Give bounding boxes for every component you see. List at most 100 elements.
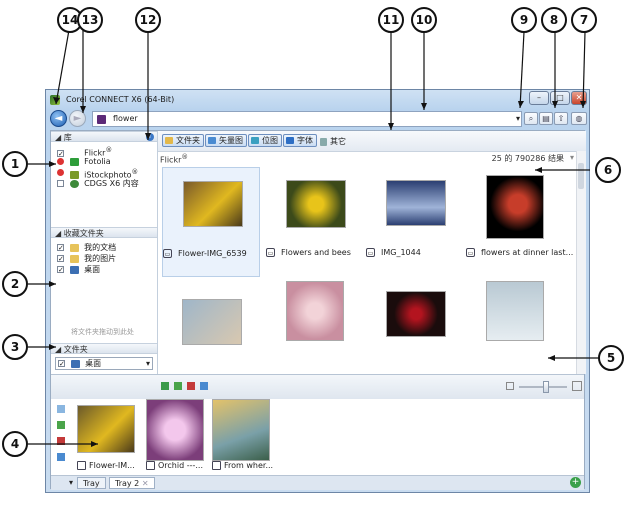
library-item-fotolia[interactable]: Fotolia	[57, 156, 111, 167]
filter-fonts-button[interactable]: 字体	[283, 134, 317, 147]
large-thumbs-icon[interactable]	[572, 381, 582, 391]
checkbox[interactable]: ✓	[57, 255, 64, 263]
filter-folders-button[interactable]: 文件夹	[162, 134, 204, 147]
tray-add-icon[interactable]: ▭	[366, 248, 375, 257]
scrollbar-thumb[interactable]	[578, 163, 584, 189]
flickr-sup: ®	[105, 146, 113, 154]
maximize-button[interactable]: □	[550, 91, 570, 105]
callout-9: 9	[511, 7, 537, 33]
tray-item[interactable]: Flower-IM...	[75, 405, 139, 475]
chevron-down-icon: ▾	[145, 359, 150, 368]
thumbnail-item[interactable]	[162, 281, 260, 373]
search-input[interactable]: flower	[92, 111, 522, 127]
minimize-button[interactable]: –	[529, 91, 549, 105]
thumbnail-item[interactable]: ▭ flowers at dinner last...	[466, 167, 573, 277]
folder-icon	[165, 137, 173, 144]
tab-tray-2[interactable]: Tray 2 ✕	[109, 477, 155, 489]
thumbnail-item[interactable]: ▭ Flowers and bees	[266, 167, 364, 277]
zoom-slider[interactable]	[519, 381, 567, 393]
tab-menu-arrow[interactable]: ▾	[69, 478, 73, 487]
folder-dropdown[interactable]: ✓ 桌面 ▾	[55, 357, 153, 370]
thumbnail-image	[286, 281, 344, 341]
library-item-istockphoto[interactable]: iStockphoto®	[57, 167, 138, 180]
cdgs-icon	[69, 179, 79, 188]
bottom-toolbar	[51, 374, 584, 400]
forward-button[interactable]: ►	[69, 110, 86, 127]
tray-tool-icon[interactable]	[57, 405, 65, 413]
file-icon	[77, 461, 86, 470]
callout-10: 10	[411, 7, 437, 33]
tray-item-image	[77, 405, 135, 453]
tab-tray[interactable]: Tray	[77, 477, 106, 489]
checkbox[interactable]: ✓	[58, 360, 65, 368]
tray-tool-icon[interactable]	[57, 421, 65, 429]
close-tab-icon[interactable]: ✕	[142, 479, 149, 488]
library-header-label: 库	[63, 133, 72, 142]
library-item-flickr[interactable]: ✓ Flickr®	[57, 145, 113, 158]
library-item-cdgs[interactable]: CDGS X6 内容	[57, 178, 139, 189]
search-button[interactable]: ⌕	[524, 112, 538, 125]
vector-icon	[208, 137, 216, 144]
thumbnail-item-selected[interactable]: ▭ Flower-IMG_6539	[162, 167, 260, 277]
filter-bitmap-button[interactable]: 位图	[248, 134, 282, 147]
checkbox[interactable]: ✓	[57, 266, 64, 274]
close-button[interactable]: ✕	[571, 91, 587, 105]
pdf-icon[interactable]	[187, 382, 195, 390]
checkbox[interactable]: ✓	[57, 244, 64, 252]
tray-tool-icon[interactable]	[57, 453, 65, 461]
results-scrollbar[interactable]	[576, 151, 586, 374]
left-panel: ◢ 库 i ✓ Flickr® Fotolia iStockphoto® CDG…	[51, 131, 158, 374]
tray-add-icon[interactable]: ▭	[466, 248, 475, 257]
tray-add-icon[interactable]: ▭	[163, 249, 172, 258]
window-title: Corel CONNECT X6 (64-Bit)	[66, 95, 175, 104]
tray-tabs: ▾ Tray Tray 2 ✕ +	[51, 475, 584, 490]
thumbnail-item[interactable]	[266, 271, 364, 373]
play-icon[interactable]	[161, 382, 169, 390]
small-thumbs-icon[interactable]	[506, 382, 514, 390]
callout-12: 12	[135, 7, 161, 33]
callout-4: 4	[2, 431, 28, 457]
thumbnail-label: IMG_1044	[381, 248, 421, 257]
thumbnail-item[interactable]: ▭ IMG_1044	[366, 167, 464, 277]
filter-vector-button[interactable]: 矢量图	[205, 134, 247, 147]
copy-icon[interactable]	[200, 382, 208, 390]
thumbnail-image	[183, 181, 243, 227]
search-dropdown-arrow[interactable]: ▾	[516, 114, 520, 123]
filter-other-button[interactable]: 其它	[320, 136, 346, 147]
folders-header[interactable]: ◢ 文件夹	[51, 343, 157, 354]
sort-dropdown-icon[interactable]: ▾	[570, 153, 574, 162]
file-icon	[212, 461, 221, 470]
library-header-caret: ◢	[55, 133, 64, 142]
thumbnail-caption: ▭ IMG_1044	[366, 248, 464, 257]
thumbnail-item[interactable]	[366, 271, 464, 373]
thumbnail-label: flowers at dinner last...	[481, 248, 574, 257]
tray-item[interactable]: From wher...	[210, 399, 274, 475]
favorite-item[interactable]: ✓ 我的文档	[57, 242, 116, 253]
web-options-button[interactable]: ◍	[571, 112, 587, 125]
tray-button[interactable]: ▤	[539, 112, 553, 125]
library-header[interactable]: ◢ 库 i	[51, 131, 157, 142]
add-tray-icon[interactable]: +	[570, 477, 581, 488]
thumbnail-label: Flower-IMG_6539	[178, 249, 247, 258]
favorites-header[interactable]: ◢ 收藏文件夹	[51, 227, 157, 238]
favorite-item[interactable]: ✓ 我的图片	[57, 253, 116, 264]
results-source-label: Flickr	[160, 155, 182, 165]
results-source: Flickr®	[160, 153, 188, 165]
thumbnail-item[interactable]	[466, 271, 564, 373]
info-icon[interactable]: i	[146, 133, 154, 141]
desktop-icon	[69, 265, 79, 274]
import-icon[interactable]	[174, 382, 182, 390]
results-source-sup: ®	[181, 153, 189, 161]
cdgs-checkbox[interactable]	[57, 180, 64, 187]
callout-11: 11	[378, 7, 404, 33]
zoom-slider-handle[interactable]	[543, 381, 549, 393]
tray-tool-icon[interactable]	[57, 437, 65, 445]
thumbnail-caption: ▭ Flowers and bees	[266, 248, 364, 257]
fotolia-label: Fotolia	[84, 157, 111, 166]
navigation-bar: ◄ ► flower ▾ ⌕ ▤ ⇧ ◍	[46, 110, 589, 132]
tray-item[interactable]: Orchid ---...	[144, 399, 208, 475]
back-button[interactable]: ◄	[50, 110, 67, 127]
tray-add-icon[interactable]: ▭	[266, 248, 275, 257]
favorite-item[interactable]: ✓ 桌面	[57, 264, 100, 275]
upload-button[interactable]: ⇧	[554, 112, 568, 125]
